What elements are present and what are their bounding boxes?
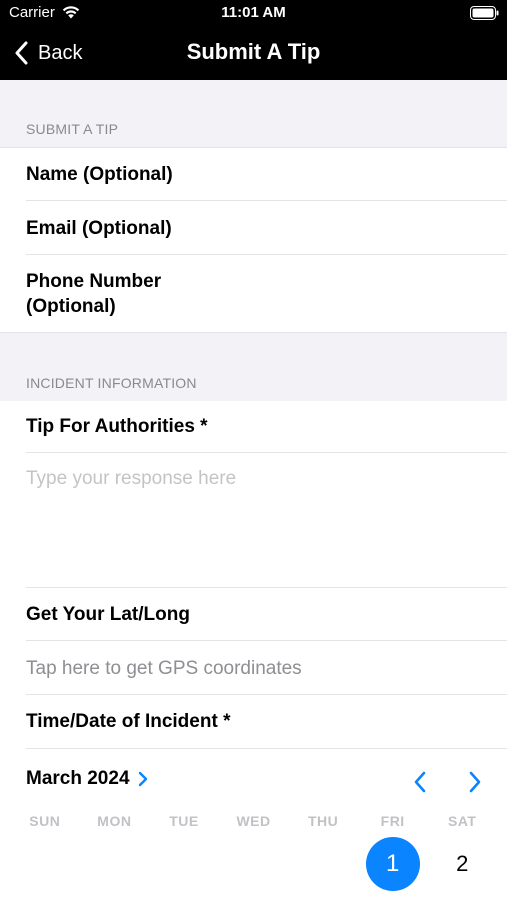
- weekday-label: WED: [236, 813, 271, 829]
- screen: Carrier 11:01 AM Back Submit A Tip SUBMI…: [0, 0, 507, 900]
- email-field[interactable]: Email (Optional): [0, 202, 507, 255]
- calendar-day-empty: [10, 837, 80, 891]
- email-label: Email (Optional): [26, 218, 172, 239]
- chevron-left-icon: [414, 771, 426, 793]
- chevron-right-icon: [138, 771, 147, 787]
- weekday-label: FRI: [380, 813, 405, 829]
- time-date-row: Time/Date of Incident *: [0, 696, 507, 749]
- chevron-right-icon: [469, 771, 481, 793]
- time-date-label: Time/Date of Incident *: [26, 711, 231, 732]
- row-divider: [26, 748, 507, 749]
- latlong-row: Get Your Lat/Long: [0, 588, 507, 641]
- phone-label-line1: Phone Number: [26, 271, 162, 292]
- weekday-label: SUN: [29, 813, 61, 829]
- section-header-label: INCIDENT INFORMATION: [26, 375, 197, 391]
- calendar-next-month-button[interactable]: [461, 768, 489, 796]
- gps-placeholder: Tap here to get GPS coordinates: [26, 658, 302, 679]
- calendar-weekday-header: SUN MON TUE WED THU FRI SAT: [10, 813, 497, 829]
- status-time: 11:01 AM: [221, 4, 286, 21]
- calendar-day[interactable]: 2: [427, 837, 497, 891]
- top-bar: Carrier 11:01 AM Back Submit A Tip: [0, 0, 507, 80]
- calendar-prev-month-button[interactable]: [406, 768, 434, 796]
- weekday-label: THU: [307, 813, 339, 829]
- tip-textarea[interactable]: [0, 453, 507, 587]
- weekday-label: SAT: [448, 813, 477, 829]
- phone-field[interactable]: Phone Number (Optional): [0, 255, 507, 332]
- calendar-day-empty: [288, 837, 358, 891]
- calendar-day-empty: [80, 837, 150, 891]
- row-divider: [26, 200, 507, 201]
- calendar-day-empty: [149, 837, 219, 891]
- latlong-label: Get Your Lat/Long: [26, 604, 190, 625]
- calendar-day-empty: [219, 837, 289, 891]
- tip-row: Tip For Authorities *: [0, 401, 507, 453]
- calendar-day-selected[interactable]: 1: [365, 837, 420, 891]
- battery-icon: [470, 6, 499, 20]
- tip-label: Tip For Authorities *: [26, 416, 208, 437]
- weekday-label: TUE: [169, 813, 199, 829]
- section-header-label: SUBMIT A TIP: [26, 121, 119, 137]
- page-title: Submit A Tip: [186, 39, 321, 64]
- name-label: Name (Optional): [26, 164, 173, 185]
- section-header-submit: SUBMIT A TIP: [0, 80, 507, 148]
- calendar-days-row: 1 2: [10, 837, 497, 891]
- row-divider: [26, 640, 507, 641]
- name-field[interactable]: Name (Optional): [0, 148, 507, 201]
- calendar-month-button[interactable]: March 2024: [26, 768, 148, 790]
- calendar-month-label: March 2024: [26, 768, 130, 789]
- section-header-incident: INCIDENT INFORMATION: [0, 332, 507, 402]
- calendar-day-cell: 1: [358, 837, 428, 891]
- get-gps-button[interactable]: Tap here to get GPS coordinates: [0, 642, 507, 695]
- phone-label-line2: (Optional): [26, 296, 116, 317]
- weekday-label: MON: [97, 813, 132, 829]
- row-divider: [26, 694, 507, 695]
